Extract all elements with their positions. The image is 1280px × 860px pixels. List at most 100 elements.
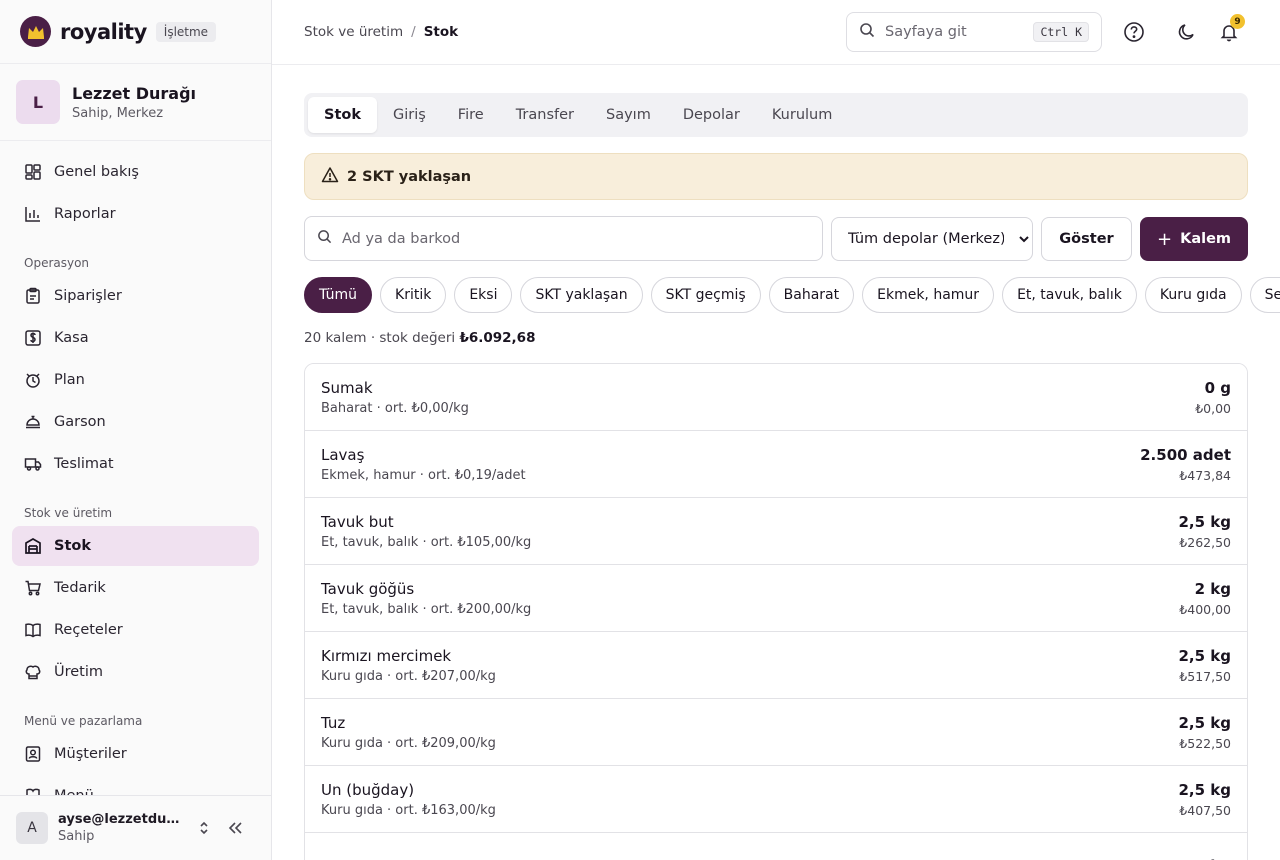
sidebar-item-tedarik[interactable]: Tedarik [12,568,259,608]
dark-mode-moon-icon[interactable] [1175,20,1199,44]
item-quantity: 2 kg [1194,579,1231,598]
tab-1[interactable]: Giriş [377,97,442,133]
contact-card-icon [24,745,42,763]
user-menu[interactable]: A ayse@lezzetduragi.com Sahip [0,795,271,860]
filter-chip[interactable]: Kritik [380,277,447,313]
item-info: Un (buğday) Kuru gıda · ort. ₺163,00/kg [321,781,496,818]
sidebar-item-stok[interactable]: Stok [12,526,259,566]
sidebar-item-label: Üretim [54,664,104,680]
filter-chip[interactable]: Tümü [304,277,373,313]
tab-4[interactable]: Sayım [590,97,667,133]
stock-summary: 20 kalem · stok değeri ₺6.092,68 [304,330,1248,346]
sidebar-item-label: Müşteriler [54,746,127,762]
sidebar-item-garson[interactable]: Garson [12,402,259,442]
item-name: Kırmızı mercimek [321,646,452,665]
filter-chip[interactable]: Baharat [768,277,855,313]
item-stock-figures: 2 kg ₺400,00 [1179,580,1231,617]
stock-item-list: Sumak Baharat · ort. ₺0,00/kg 0 g ₺0,00 Lava… [304,363,1248,860]
main-area: Stok ve üretim / Stok Sayfaya git Ctrl K… [272,0,1280,860]
stock-tabs: Stok Giriş Fire Transfer Sayım Depolar Kurulum [304,93,1248,137]
add-item-button[interactable]: + Kalem [1140,217,1248,261]
sidebar-item-üretim[interactable]: Üretim [12,652,259,692]
sidebar-item-genel-bakış[interactable]: Genel bakış [12,152,259,192]
org-role: Sahip, Merkez [72,105,164,121]
summary-stock-value: ₺6.092,68 [459,330,536,346]
sidebar-item-siparişler[interactable]: Siparişler [12,276,259,316]
goto-page-search[interactable]: Sayfaya git Ctrl K [846,12,1102,52]
sidebar: royality İşletme L Lezzet Durağı Sahip, … [0,0,272,860]
stock-item-row[interactable]: Tuz Kuru gıda · ort. ₺209,00/kg 2,5 kg ₺522… [305,699,1247,766]
org-switcher[interactable]: L Lezzet Durağı Sahip, Merkez [0,64,271,141]
search-icon [859,22,875,42]
crown-logo-icon[interactable] [20,16,51,47]
tab-6[interactable]: Kurulum [756,97,848,133]
user-email: ayse@lezzetduragi.com [58,812,184,827]
item-value: ₺400,00 [1179,601,1231,617]
tab-2[interactable]: Fire [442,97,500,133]
stock-item-row[interactable]: Lavaş Ekmek, hamur · ort. ₺0,19/adet 2.500… [305,431,1247,498]
book-icon [24,621,42,639]
breadcrumb: Stok ve üretim / Stok [304,24,458,40]
tab-5[interactable]: Depolar [667,97,756,133]
chevron-up-down-icon[interactable] [192,816,216,840]
summary-prefix: 20 kalem · stok değeri [304,330,456,346]
filter-chip[interactable]: Kuru gıda [1144,277,1242,313]
stock-item-row[interactable]: Kırmızı mercimek Kuru gıda · ort. ₺207,00… [305,632,1247,699]
item-search-input[interactable] [342,230,810,247]
floor-plan-icon [24,371,42,389]
item-value: ₺517,50 [1179,668,1231,684]
bar-chart-icon [24,205,42,223]
show-button[interactable]: Göster [1041,217,1132,261]
sidebar-item-label: Kasa [54,330,89,346]
item-name: Tuz [321,713,346,732]
sidebar-item-müşteriler[interactable]: Müşteriler [12,734,259,774]
filter-chip[interactable]: Sebze, meyve [1249,277,1280,313]
item-quantity: 2,5 kg [1178,512,1231,531]
item-value: ₺473,84 [1179,467,1231,483]
sidebar-item-reçeteler[interactable]: Reçeteler [12,610,259,650]
filter-chip[interactable]: SKT geçmiş [650,277,761,313]
warehouse-icon [24,537,42,555]
tab-3[interactable]: Transfer [500,97,590,133]
cash-register-icon [24,329,42,347]
sidebar-item-raporlar[interactable]: Raporlar [12,194,259,234]
sidebar-item-label: Reçeteler [54,622,123,638]
collapse-sidebar-icon[interactable] [224,816,248,840]
filter-chip[interactable]: Ekmek, hamur [862,277,995,313]
breadcrumb-current: Stok [423,24,459,40]
filter-chips: Tümü Kritik Eksi SKT yaklaşan SKT geçmiş Baha… [304,277,1280,313]
sidebar-item-label: Siparişler [54,288,122,304]
filter-chip[interactable]: Eksi [454,277,513,313]
nav-section-heading: Stok ve üretim [24,506,113,520]
brand-header: royality İşletme [0,0,271,64]
org-name: Lezzet Durağı [72,83,197,103]
add-item-label: Kalem [1180,231,1232,247]
stock-item-row[interactable]: Sumak Baharat · ort. ₺0,00/kg 0 g ₺0,00 [305,364,1247,431]
stock-item-row[interactable]: Domates10 kg [305,833,1247,860]
breadcrumb-parent[interactable]: Stok ve üretim [304,24,403,40]
item-name: Lavaş [321,445,365,464]
item-quantity: 2,5 kg [1178,780,1231,799]
filter-chip[interactable]: SKT yaklaşan [520,277,643,313]
warning-triangle-icon [321,166,339,188]
stock-item-row[interactable]: Tavuk göğüs Et, tavuk, balık · ort. ₺200,… [305,565,1247,632]
help-icon[interactable] [1122,20,1146,44]
depot-select[interactable]: Tüm depolar (Merkez) [831,217,1033,261]
user-role: Sahip [58,829,95,844]
nav-section-heading: Operasyon [24,256,90,270]
item-name: Tavuk göğüs [321,579,415,598]
tab-0[interactable]: Stok [308,97,377,133]
filter-chip[interactable]: Et, tavuk, balık [1002,277,1137,313]
search-icon [317,229,332,248]
sidebar-item-plan[interactable]: Plan [12,360,259,400]
item-value: ₺262,50 [1179,534,1231,550]
stock-item-row[interactable]: Tavuk but Et, tavuk, balık · ort. ₺105,00… [305,498,1247,565]
item-search-box[interactable] [304,216,823,261]
notification-count-badge: 9 [1230,14,1245,29]
sidebar-item-kasa[interactable]: Kasa [12,318,259,358]
brand-name[interactable]: royality [60,20,147,44]
sidebar-item-teslimat[interactable]: Teslimat [12,444,259,484]
stock-item-row[interactable]: Un (buğday) Kuru gıda · ort. ₺163,00/kg 2,… [305,766,1247,833]
notifications-bell-icon[interactable]: 9 [1217,14,1245,44]
item-value: ₺522,50 [1179,735,1231,751]
